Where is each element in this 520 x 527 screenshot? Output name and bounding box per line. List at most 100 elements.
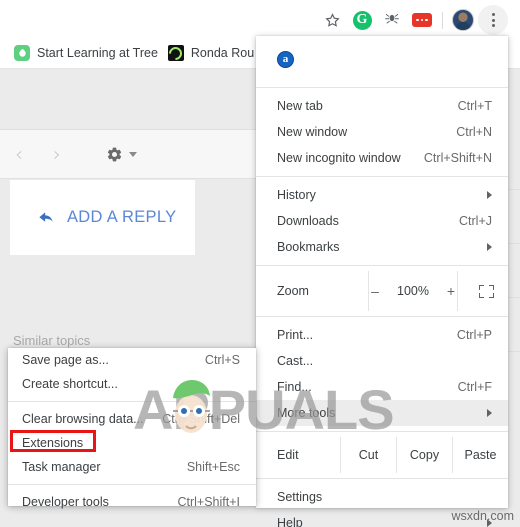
wsxdn-watermark: wsxdn.com	[451, 509, 514, 523]
avatar	[452, 9, 474, 31]
menu-item-shortcut: Ctrl+T	[457, 99, 492, 113]
menu-item-cast[interactable]: Cast...	[256, 348, 508, 374]
submenu-item-label: Developer tools	[22, 495, 109, 509]
menu-divider	[256, 431, 508, 432]
zoom-level-value: 100%	[397, 284, 429, 298]
profile-avatar-button[interactable]	[448, 5, 478, 35]
menu-item-shortcut: Ctrl+F	[457, 380, 492, 394]
chevron-right-icon	[487, 191, 492, 199]
menu-item-label: New tab	[277, 99, 323, 113]
menu-item-label: More tools	[277, 406, 336, 420]
submenu-item-create-shortcut[interactable]: Create shortcut...	[8, 372, 256, 396]
menu-item-print[interactable]: Print... Ctrl+P	[256, 322, 508, 348]
menu-item-label: New incognito window	[277, 151, 401, 165]
copy-button[interactable]: Copy	[396, 437, 452, 473]
paste-button[interactable]: Paste	[452, 437, 508, 473]
three-dots-icon	[491, 13, 495, 27]
menu-item-new-window[interactable]: New window Ctrl+N	[256, 119, 508, 145]
zoom-label: Zoom	[277, 284, 309, 298]
menu-item-shortcut: Ctrl+P	[456, 328, 492, 342]
zoom-out-button[interactable]: –	[369, 283, 381, 299]
menu-item-history[interactable]: History	[256, 182, 508, 208]
chrome-menu-button[interactable]	[478, 5, 508, 35]
menu-item-find[interactable]: Find... Ctrl+F	[256, 374, 508, 400]
menu-item-shortcut: Ctrl+Shift+N	[423, 151, 492, 165]
menu-divider	[256, 316, 508, 317]
menu-edit-row: Edit Cut Copy Paste	[256, 437, 508, 473]
submenu-item-developer-tools[interactable]: Developer tools Ctrl+Shift+I	[8, 490, 256, 514]
grammarly-extension-button[interactable]: G	[347, 5, 377, 35]
bookmark-item-treehouse[interactable]: Start Learning at Tree	[14, 45, 158, 61]
toolbar-icon-group: G	[317, 5, 508, 35]
thread-settings-button[interactable]	[106, 146, 137, 163]
submenu-item-shortcut: Ctrl+Shift+I	[177, 495, 240, 509]
submenu-item-label: Create shortcut...	[22, 377, 118, 391]
prev-page-chevron-icon[interactable]: ‹	[0, 142, 38, 166]
spider-extension-icon	[383, 9, 401, 31]
more-tools-submenu: Save page as... Ctrl+S Create shortcut..…	[8, 348, 256, 509]
menu-divider	[256, 87, 508, 88]
spider-extension-button[interactable]	[377, 5, 407, 35]
menu-item-settings[interactable]: Settings	[256, 484, 508, 510]
submenu-item-label: Extensions	[22, 436, 84, 450]
menu-item-label: New window	[277, 125, 348, 139]
submenu-item-clear-browsing-data[interactable]: Clear browsing data... Ctrl+Shift+Del	[8, 407, 256, 431]
fullscreen-button[interactable]	[458, 271, 516, 311]
treehouse-icon	[14, 45, 30, 61]
red-extension-icon	[412, 13, 432, 27]
bookmark-item-ronda[interactable]: Ronda Rou	[167, 45, 255, 61]
submenu-item-shortcut: Ctrl+S	[204, 353, 240, 367]
fullscreen-icon	[479, 284, 495, 298]
browser-window: ‹ › ADD A REPLY Similar topics G Start L…	[0, 0, 520, 527]
reply-arrow-icon	[38, 210, 55, 225]
chevron-right-icon	[487, 243, 492, 251]
submenu-item-save-page-as[interactable]: Save page as... Ctrl+S	[8, 348, 256, 372]
chrome-main-menu: a New tab Ctrl+T New window Ctrl+N New i…	[256, 36, 508, 527]
grammarly-icon: G	[352, 10, 372, 30]
gear-icon	[106, 146, 123, 163]
red-extension-button[interactable]	[407, 5, 437, 35]
dark-site-icon	[167, 45, 184, 61]
menu-item-new-tab[interactable]: New tab Ctrl+T	[256, 93, 508, 119]
thread-navigation-bar: ‹ ›	[0, 129, 262, 179]
edit-label: Edit	[277, 448, 299, 462]
submenu-item-label: Task manager	[22, 460, 101, 474]
menu-item-shortcut: Ctrl+J	[459, 214, 492, 228]
menu-item-new-incognito-window[interactable]: New incognito window Ctrl+Shift+N	[256, 145, 508, 171]
menu-item-downloads[interactable]: Downloads Ctrl+J	[256, 208, 508, 234]
submenu-divider	[8, 401, 256, 402]
toolbar-divider	[442, 11, 443, 29]
menu-item-bookmarks[interactable]: Bookmarks	[256, 234, 508, 260]
similar-topics-heading: Similar topics	[13, 333, 91, 348]
menu-item-label: Print...	[277, 328, 314, 342]
chevron-right-icon	[487, 409, 492, 417]
submenu-item-extensions[interactable]: Extensions	[8, 431, 256, 455]
submenu-divider	[8, 484, 256, 485]
menu-item-label: Help	[277, 516, 303, 527]
browser-toolbar: G	[0, 0, 520, 38]
zoom-controls: – 100% +	[368, 271, 458, 311]
submenu-item-shortcut: Shift+Esc	[186, 460, 240, 474]
cut-button[interactable]: Cut	[340, 437, 396, 473]
chevron-down-icon	[129, 151, 137, 157]
bookmark-label: Ronda Rou	[190, 46, 255, 60]
account-avatar-icon: a	[277, 50, 294, 68]
menu-divider	[256, 265, 508, 266]
next-page-chevron-icon[interactable]: ›	[38, 142, 76, 166]
bookmark-label: Start Learning at Tree	[37, 46, 158, 60]
menu-divider	[256, 478, 508, 479]
menu-item-label: Downloads	[277, 214, 339, 228]
menu-zoom-row: Zoom – 100% +	[256, 271, 508, 311]
add-reply-button[interactable]: ADD A REPLY	[10, 180, 195, 255]
menu-item-more-tools[interactable]: More tools	[256, 400, 508, 426]
menu-item-label: Bookmarks	[277, 240, 340, 254]
menu-item-label: Cast...	[277, 354, 314, 368]
menu-item-shortcut: Ctrl+N	[456, 125, 492, 139]
account-badge[interactable]: a	[256, 36, 508, 82]
menu-item-label: Find...	[277, 380, 312, 394]
bookmark-star-icon[interactable]	[317, 5, 347, 35]
zoom-in-button[interactable]: +	[445, 283, 457, 299]
submenu-item-task-manager[interactable]: Task manager Shift+Esc	[8, 455, 256, 479]
submenu-item-label: Save page as...	[22, 353, 109, 367]
submenu-item-label: Clear browsing data...	[22, 412, 144, 426]
